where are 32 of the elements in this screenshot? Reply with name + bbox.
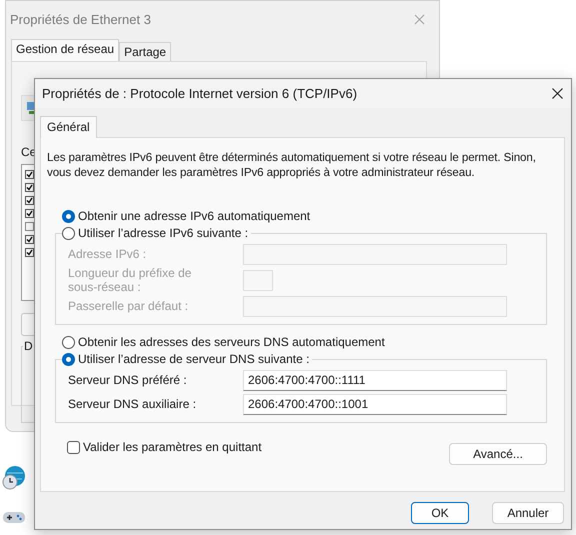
- field-label: Adresse IPv6 :: [68, 247, 148, 261]
- checkbox[interactable]: [25, 222, 34, 231]
- window-title: Propriétés de Ethernet 3: [10, 12, 151, 26]
- checkbox[interactable]: Valider les paramètres en quittant: [67, 440, 262, 454]
- gamepad-icon[interactable]: [2, 509, 26, 525]
- globe-clock-icon[interactable]: [1, 465, 27, 491]
- checkbox[interactable]: [25, 235, 34, 244]
- window-title: Propriétés de : Protocole Internet version 6 (TCP/IPv6): [42, 86, 358, 101]
- field-label: Passerelle par défaut :: [68, 299, 190, 313]
- checkbox[interactable]: [25, 209, 34, 218]
- group-label: D: [23, 339, 34, 353]
- field-label: Longueur du préfixe de sous-réseau :: [68, 266, 192, 294]
- checkbox[interactable]: [25, 248, 34, 257]
- radio-button[interactable]: Obtenir les adresses des serveurs DNS automatiquement: [62, 335, 547, 349]
- radio-button[interactable]: Utiliser l’adresse de serveur DNS suivante :: [62, 352, 310, 366]
- radio-button[interactable]: Obtenir une adresse IPv6 automatiquement: [62, 209, 547, 223]
- checkbox[interactable]: [25, 196, 34, 205]
- radio-button[interactable]: Utiliser l’adresse IPv6 suivante :: [62, 226, 248, 240]
- field-label: Serveur DNS auxiliaire :: [68, 397, 198, 411]
- dialog-button[interactable]: Annuler: [492, 502, 564, 524]
- field-label: Serveur DNS préféré :: [68, 373, 188, 387]
- input-field[interactable]: 2606:4700:4700::1111: [243, 370, 507, 390]
- advanced-button[interactable]: Avancé...: [449, 443, 547, 465]
- checkbox[interactable]: [25, 170, 34, 179]
- checkbox[interactable]: [25, 183, 34, 192]
- description-text: Les paramètres IPv6 peuvent être déterminés automatiquement si votre réseau le permet. Sinon, vous devez demander les paramètres IPv6 appropriés à votre administrateur réseau.: [47, 150, 537, 180]
- tab[interactable]: Partage: [119, 42, 172, 61]
- input-field[interactable]: 2606:4700:4700::1001: [243, 394, 507, 414]
- tab[interactable]: Général: [40, 116, 97, 138]
- dialog-button[interactable]: OK: [411, 502, 469, 524]
- close-icon[interactable]: [552, 88, 563, 99]
- tab[interactable]: Gestion de réseau: [11, 39, 120, 61]
